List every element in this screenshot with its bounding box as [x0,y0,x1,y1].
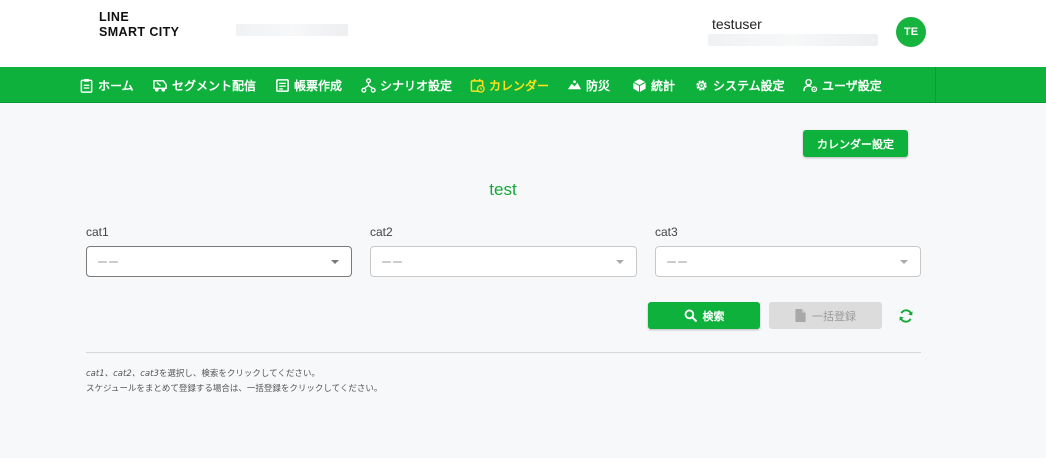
cat2-select[interactable]: ーー [370,246,637,277]
cube-icon [633,78,646,92]
cat1-select[interactable]: ーー [86,246,352,277]
help-text-2: スケジュールをまとめて登録する場合は、一括登録をクリックしてください。 [86,384,383,394]
send-icon [153,79,167,92]
calendar-settings-button[interactable]: カレンダー設定 [803,130,908,157]
nav-label: 防災 [586,78,611,93]
chevron-down-icon [616,260,624,264]
nav-item-stats[interactable]: 統計 [632,67,675,103]
help-text-1: cat1、cat2、cat3を選択し、検索をクリックしてください。 [86,367,320,379]
nav-item-user[interactable]: ユーザ設定 [803,67,882,103]
cat3-label: cat3 [655,225,678,239]
form-icon [276,78,289,92]
disaster-icon [567,79,582,89]
search-button[interactable]: 検索 [648,302,760,329]
redacted-text [236,24,348,36]
nav-item-calendar[interactable]: カレンダー [470,67,549,103]
app-header: LINE SMART CITY testuser TE [0,0,1046,67]
refresh-icon [899,309,913,323]
help-cats: cat1、cat2、cat3 [86,369,159,379]
main-nav: ホーム セグメント配信 帳票作成 シナリオ設定 カレンダー 防災 統計 システム… [0,67,1046,103]
nav-divider [935,67,936,103]
cat2-label: cat2 [370,225,393,239]
clipboard-icon [80,78,93,93]
nav-label: ホーム [98,78,134,93]
chevron-down-icon [900,260,908,264]
nav-label: ユーザ設定 [822,78,882,93]
redacted-email [708,34,878,46]
logo[interactable]: LINE SMART CITY [99,10,179,40]
refresh-button[interactable] [896,306,916,326]
nav-item-segment[interactable]: セグメント配信 [153,67,256,103]
logo-line1: LINE [99,10,130,24]
nav-item-home[interactable]: ホーム [79,67,134,103]
gear-icon [696,79,707,91]
search-label: 検索 [702,310,725,323]
logo-line2: SMART CITY [99,25,180,39]
cat1-label: cat1 [86,225,109,239]
search-icon [684,309,697,322]
chevron-down-icon [331,260,339,264]
bulk-register-label: 一括登録 [812,310,856,323]
bulk-register-button[interactable]: 一括登録 [769,302,882,329]
calendar-icon [470,78,485,93]
username: testuser [712,16,762,32]
nav-label: 帳票作成 [294,78,343,93]
page-title: test [489,180,517,199]
cat3-value: ーー [666,255,688,269]
divider [86,352,921,353]
avatar[interactable]: TE [896,17,926,47]
nav-label: カレンダー [489,78,550,93]
nav-item-disaster[interactable]: 防災 [567,67,610,103]
nav-label: 統計 [651,78,676,93]
nav-label: システム設定 [713,78,785,93]
nav-label: シナリオ設定 [380,78,453,93]
file-icon [795,309,806,322]
cat3-select[interactable]: ーー [655,246,921,277]
cat2-value: ーー [381,255,403,269]
nav-label: セグメント配信 [172,78,257,93]
scenario-icon [361,77,376,93]
help-rest: を選択し、検索をクリックしてください。 [158,369,320,379]
cat1-value: ーー [97,255,119,269]
nav-item-forms[interactable]: 帳票作成 [275,67,342,103]
user-gear-icon [803,78,818,92]
nav-item-scenario[interactable]: シナリオ設定 [361,67,452,103]
nav-item-system[interactable]: システム設定 [694,67,785,103]
